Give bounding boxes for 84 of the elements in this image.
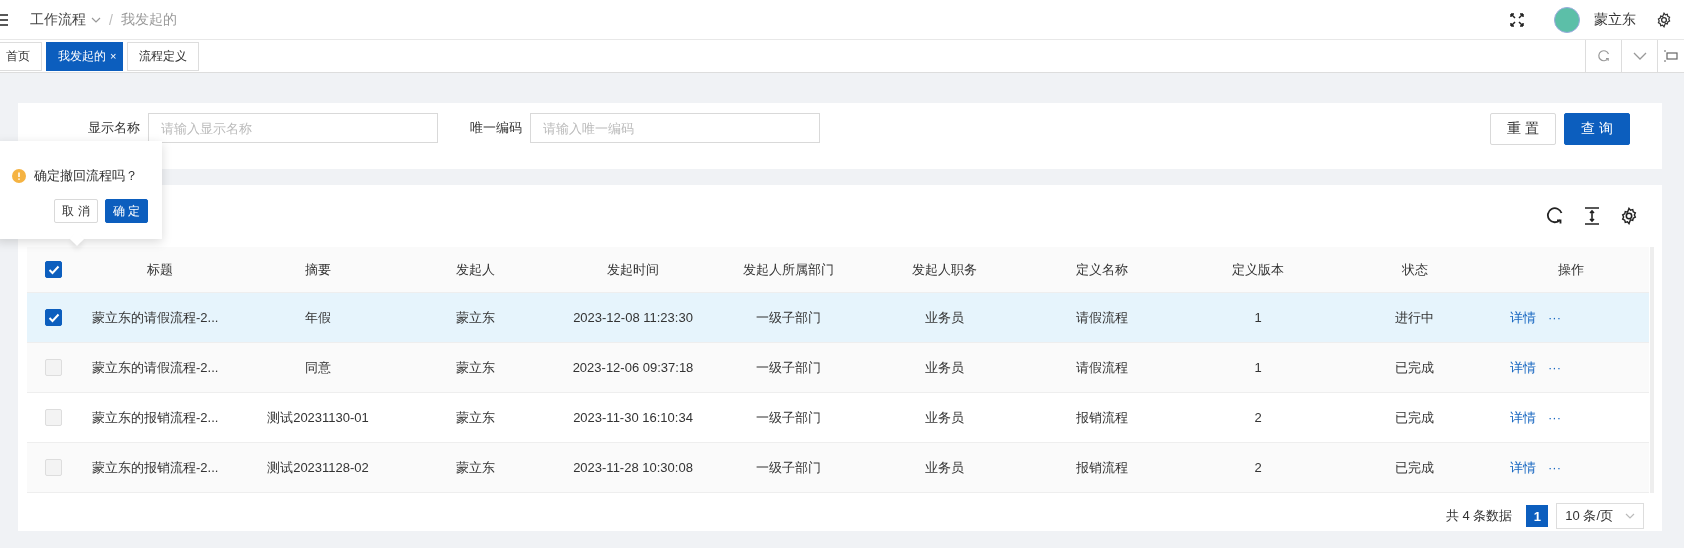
column-header: 定义版本 bbox=[1231, 260, 1285, 279]
chevron-down-icon[interactable] bbox=[91, 16, 101, 23]
table-cell: 请假流程 bbox=[1075, 359, 1128, 375]
table-cell: 蒙立东的报销流程-2... bbox=[92, 409, 219, 425]
table-cell: 蒙立东的报销流程-2... bbox=[92, 459, 219, 475]
table-cell: 业务员 bbox=[925, 309, 964, 325]
details-link[interactable]: 详情 bbox=[1510, 309, 1536, 325]
table-cell: 蒙立东的请假流程-2... bbox=[92, 309, 219, 325]
column-header: 发起人所属部门 bbox=[742, 260, 835, 279]
table-cell: 蒙立东 bbox=[456, 309, 495, 325]
breadcrumb-separator: / bbox=[109, 11, 113, 28]
warning-icon bbox=[12, 169, 26, 183]
column-height-icon[interactable] bbox=[1584, 207, 1600, 225]
column-header: 定义名称 bbox=[1074, 260, 1129, 279]
table-cell: 业务员 bbox=[925, 459, 964, 475]
tab[interactable]: 首页 bbox=[0, 41, 42, 71]
table-cell: 1 bbox=[1254, 360, 1262, 375]
table-cell: 报销流程 bbox=[1075, 409, 1128, 425]
tab[interactable]: 我发起的 × bbox=[46, 41, 124, 71]
total-count: 共 4 条数据 bbox=[1445, 507, 1513, 525]
confirm-button[interactable]: 确 定 bbox=[104, 199, 148, 223]
avatar[interactable] bbox=[1554, 6, 1580, 33]
table-cell: 已完成 bbox=[1395, 459, 1434, 475]
field-label: 显示名称 bbox=[88, 119, 140, 137]
fullscreen-icon[interactable] bbox=[1510, 12, 1524, 27]
menu-icon[interactable] bbox=[0, 13, 8, 26]
table-cell: 蒙立东 bbox=[456, 409, 495, 425]
table-cell: 2023-12-08 11:23:30 bbox=[573, 310, 693, 325]
table-cell: 2 bbox=[1254, 410, 1262, 425]
table-cell: 2023-11-30 16:10:34 bbox=[573, 410, 693, 425]
details-link[interactable]: 详情 bbox=[1510, 359, 1536, 375]
refresh-icon[interactable] bbox=[1546, 207, 1564, 225]
table-cell: 蒙立东 bbox=[456, 459, 495, 475]
user-name[interactable]: 蒙立东 bbox=[1594, 10, 1636, 29]
table-cell: 蒙立东的请假流程-2... bbox=[92, 359, 219, 375]
close-icon[interactable]: × bbox=[110, 50, 117, 62]
table-cell: 2 bbox=[1254, 460, 1262, 475]
table-cell: 业务员 bbox=[925, 359, 964, 375]
table-cell: 测试20231128-02 bbox=[267, 459, 369, 475]
details-link[interactable]: 详情 bbox=[1510, 409, 1536, 425]
checkbox[interactable] bbox=[45, 261, 62, 278]
settings-icon[interactable] bbox=[1656, 11, 1672, 28]
field-label: 唯一编码 bbox=[470, 119, 522, 137]
column-header: 状态 bbox=[1400, 260, 1429, 279]
column-header: 发起人 bbox=[455, 260, 496, 279]
table-cell: 一级子部门 bbox=[756, 409, 821, 425]
column-header: 发起时间 bbox=[606, 260, 660, 279]
confirm-message: 确定撤回流程吗？ bbox=[34, 167, 138, 185]
more-link[interactable]: ··· bbox=[1548, 359, 1561, 375]
table-cell: 1 bbox=[1254, 310, 1262, 325]
table-cell: 请假流程 bbox=[1075, 309, 1128, 325]
confirm-button[interactable]: 取 消 bbox=[54, 199, 98, 223]
column-header: 标题 bbox=[146, 260, 174, 279]
table-cell: 一级子部门 bbox=[756, 459, 821, 475]
table-cell: 报销流程 bbox=[1075, 459, 1128, 475]
page-number[interactable]: 1 bbox=[1526, 505, 1549, 527]
more-link[interactable]: ··· bbox=[1548, 309, 1561, 325]
page-size-select[interactable]: 10 条/页 bbox=[1556, 503, 1644, 529]
table-cell: 2023-12-06 09:37:18 bbox=[572, 360, 694, 375]
more-link[interactable]: ··· bbox=[1548, 409, 1561, 425]
table-cell: 年假 bbox=[305, 309, 331, 325]
search-button[interactable]: 重 置 bbox=[1490, 113, 1557, 145]
search-button[interactable]: 查 询 bbox=[1564, 113, 1630, 145]
table-cell: 已完成 bbox=[1395, 409, 1434, 425]
checkbox[interactable] bbox=[45, 309, 62, 326]
table-cell: 进行中 bbox=[1395, 309, 1434, 325]
table-cell: 一级子部门 bbox=[756, 359, 821, 375]
table-cell: 一级子部门 bbox=[756, 309, 821, 325]
details-link[interactable]: 详情 bbox=[1510, 459, 1536, 475]
table-cell: 已完成 bbox=[1395, 359, 1434, 375]
chevron-down-icon bbox=[1625, 513, 1635, 519]
table-cell: 测试20231130-01 bbox=[267, 409, 369, 425]
breadcrumb-item[interactable]: 工作流程 bbox=[30, 10, 86, 29]
table-cell: 蒙立东 bbox=[456, 359, 495, 375]
settings-icon[interactable] bbox=[1620, 207, 1638, 225]
column-header: 摘要 bbox=[304, 260, 332, 279]
input-field[interactable]: 请输入显示名称 bbox=[148, 113, 438, 143]
tab[interactable]: 流程定义 bbox=[127, 41, 200, 71]
more-link[interactable]: ··· bbox=[1548, 459, 1561, 475]
column-header: 操作 bbox=[1557, 260, 1585, 279]
table-cell: 同意 bbox=[305, 359, 331, 375]
table-cell: 业务员 bbox=[925, 409, 964, 425]
table-cell: 2023-11-28 10:30:08 bbox=[573, 460, 693, 475]
column-header: 发起人职务 bbox=[911, 260, 978, 279]
